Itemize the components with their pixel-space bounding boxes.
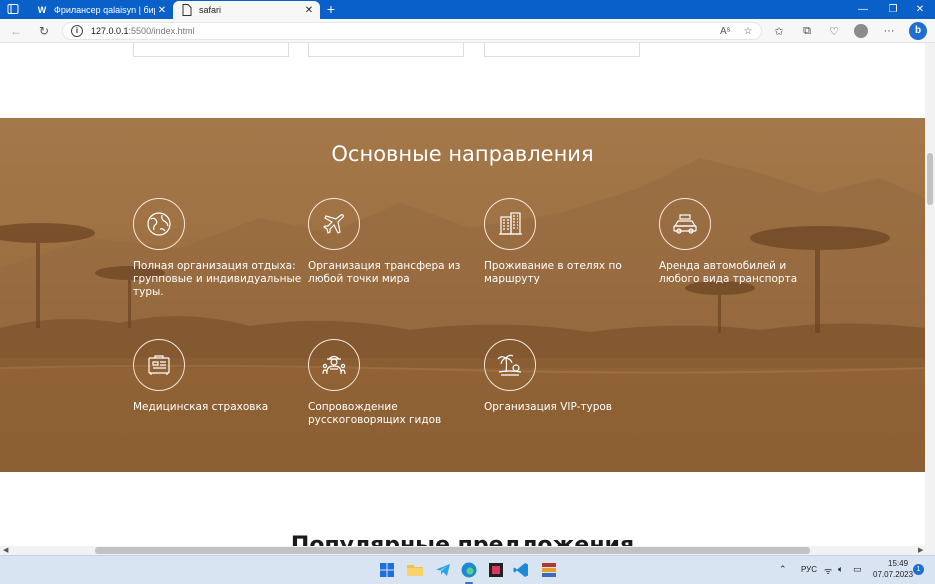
read-aloud-icon[interactable]: Aˢ	[718, 25, 732, 39]
card-fragment	[484, 43, 640, 57]
bing-copilot-icon[interactable]: b	[909, 22, 927, 40]
windows-taskbar: ⌃ РУС ᯤ 🔈︎ ▭ 15:49 07.07.2023 1	[0, 555, 935, 584]
url-text: 127.0.0.1:5500/index.html	[91, 26, 195, 36]
close-tab-icon[interactable]: ✕	[302, 3, 316, 17]
notifications-badge[interactable]: 1	[913, 564, 924, 575]
browser-toolbar: ← ↻ i 127.0.0.1:5500/index.html Aˢ ☆ ✩ ⧉…	[0, 19, 935, 43]
archive-app-icon[interactable]	[540, 561, 558, 579]
section-title: Основные направления	[331, 142, 594, 166]
page-icon	[181, 4, 193, 16]
file-explorer-icon[interactable]	[406, 561, 424, 579]
browser-essentials-icon[interactable]: ♡	[826, 23, 842, 39]
edge-browser-icon[interactable]	[460, 561, 478, 579]
card-fragment	[133, 43, 289, 57]
card-fragment	[308, 43, 464, 57]
service-item: Медицинская страховка	[133, 339, 303, 414]
service-item: Организация трансфера из любой точки мир…	[308, 198, 478, 286]
clock-date[interactable]: 07.07.2023	[873, 570, 913, 579]
tab-title: Фрилансер qalaisyn | биржа фр...	[54, 5, 155, 15]
tour-guide-icon	[308, 339, 360, 391]
tab-safari[interactable]: safari ✕	[173, 1, 320, 19]
favorite-star-icon[interactable]: ☆	[741, 25, 755, 39]
jetbrains-app-icon[interactable]	[487, 561, 505, 579]
profile-avatar[interactable]	[854, 24, 868, 38]
palm-beach-icon	[484, 339, 536, 391]
language-indicator[interactable]: РУС	[801, 565, 817, 574]
battery-icon[interactable]: ▭	[853, 564, 862, 575]
minimize-icon[interactable]: —	[848, 0, 878, 19]
tray-overflow-icon[interactable]: ⌃	[779, 564, 787, 575]
tab-title: safari	[199, 5, 222, 15]
service-label: Проживание в отелях по маршруту	[484, 260, 622, 285]
service-label: Аренда автомобилей и любого вида транспо…	[659, 260, 798, 285]
back-icon[interactable]: ←	[8, 23, 24, 39]
browser-tab-bar: W Фрилансер qalaisyn | биржа фр... ✕ saf…	[0, 0, 935, 19]
collections-icon[interactable]: ⧉	[799, 23, 815, 39]
w-favicon-icon: W	[37, 5, 47, 15]
service-label: Организация трансфера из любой точки мир…	[308, 260, 461, 285]
car-icon	[659, 198, 711, 250]
scrollbar-thumb[interactable]	[927, 153, 933, 205]
tab-freelancer[interactable]: W Фрилансер qalaisyn | биржа фр... ✕	[28, 1, 173, 19]
page-viewport: Основные направления Полная организация …	[0, 43, 925, 546]
service-item: Проживание в отелях по маршруту	[484, 198, 654, 286]
close-tab-icon[interactable]: ✕	[155, 3, 169, 17]
service-label: Полная организация отдыха: групповые и и…	[133, 260, 302, 298]
horizontal-scrollbar[interactable]: ◀ ▶	[0, 546, 935, 555]
directions-section: Основные направления Полная организация …	[0, 118, 925, 472]
hotel-building-icon	[484, 198, 536, 250]
service-label: Медицинская страховка	[133, 401, 269, 413]
service-label: Сопровождение русскоговорящих гидов	[308, 401, 442, 426]
new-tab-icon[interactable]: +	[323, 1, 339, 17]
scroll-left-icon[interactable]: ◀	[3, 546, 8, 555]
windows-start-icon[interactable]	[378, 561, 396, 579]
medical-insurance-icon	[133, 339, 185, 391]
airplane-icon	[308, 198, 360, 250]
wifi-icon[interactable]: ᯤ	[824, 564, 832, 577]
tab-actions-icon[interactable]	[7, 3, 19, 15]
refresh-icon[interactable]: ↻	[36, 23, 52, 39]
scroll-right-icon[interactable]: ▶	[918, 546, 923, 555]
maximize-icon[interactable]: ❐	[878, 0, 908, 19]
more-menu-icon[interactable]: ···	[881, 23, 897, 39]
close-window-icon[interactable]: ✕	[905, 0, 935, 19]
service-item: Полная организация отдыха: групповые и и…	[133, 198, 303, 299]
site-info-icon[interactable]: i	[71, 25, 83, 37]
service-item: Аренда автомобилей и любого вида транспо…	[659, 198, 829, 286]
address-bar[interactable]: i 127.0.0.1:5500/index.html Aˢ ☆	[62, 22, 762, 40]
volume-icon[interactable]: 🔈︎	[838, 564, 843, 575]
scrollbar-thumb[interactable]	[95, 547, 810, 554]
service-label: Организация VIP-туров	[484, 401, 612, 413]
vscode-icon[interactable]	[512, 561, 530, 579]
popular-offers-title: Популярные предложения	[290, 533, 635, 546]
vertical-scrollbar[interactable]	[925, 43, 935, 546]
telegram-icon[interactable]	[434, 561, 452, 579]
service-item: Организация VIP-туров	[484, 339, 654, 414]
favorites-icon[interactable]: ✩	[771, 23, 787, 39]
service-item: Сопровождение русскоговорящих гидов	[308, 339, 478, 427]
globe-icon	[133, 198, 185, 250]
clock-time[interactable]: 15:49	[888, 559, 908, 568]
